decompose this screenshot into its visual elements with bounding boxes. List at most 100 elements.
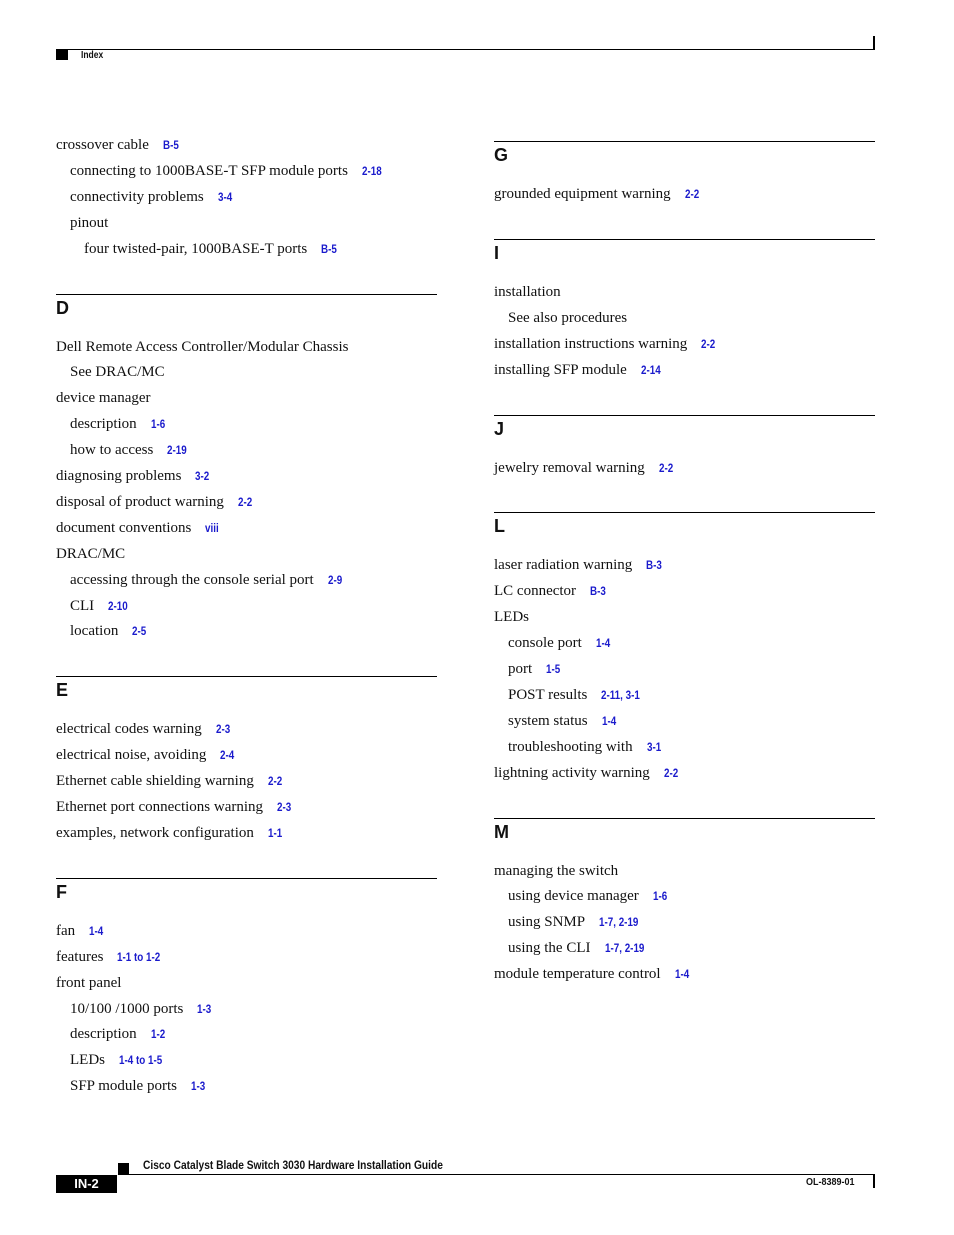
index-entry: system status 1-4 [494,712,619,730]
index-entry: description 1-6 [56,415,168,433]
index-term: location [70,623,119,640]
page-reference-link[interactable]: 1-4 to 1-5 [119,1051,162,1069]
index-term: electrical codes warning [56,721,202,738]
index-term: pinout [70,214,109,231]
index-entry: installing SFP module 2-14 [494,361,665,379]
page-reference-link[interactable]: 2-9 [328,571,342,589]
page-reference-link[interactable]: B-3 [646,556,662,574]
page-reference-link[interactable]: 2-2 [268,772,282,790]
page-reference-link[interactable]: 1-1 [268,824,282,842]
page-reference-link[interactable]: 2-2 [685,185,699,203]
page-reference-link[interactable]: B-5 [321,240,337,258]
footer-rule [118,1174,875,1175]
section-letter-j: J [494,418,505,439]
index-term: diagnosing problems [56,468,182,484]
index-term: fan [56,922,76,939]
page-reference-link[interactable]: 1-1 to 1-2 [117,948,160,966]
section-letter-g: G [494,145,509,165]
index-term: using SNMP [508,914,586,931]
page-reference-link[interactable]: 1-4 [675,965,689,983]
index-entry: DRAC/MC [56,545,125,563]
page-reference-link[interactable]: 1-3 [191,1077,205,1095]
index-entry: 10/100 /1000 ports 1-3 [56,1000,215,1018]
index-term: installing SFP module [494,361,627,378]
page-reference-link[interactable]: 1-4 [602,712,616,730]
index-entry: SFP module ports 1-3 [56,1077,208,1095]
page-reference-link[interactable]: 1-4 [596,634,610,652]
index-entry: port 1-5 [494,660,564,678]
index-term: disposal of product warning [56,493,224,510]
index-term: managing the switch [494,862,619,879]
section-letter-e: E [56,680,69,701]
index-entry: electrical noise, avoiding 2-4 [56,746,238,764]
index-entry: LEDs [494,608,529,626]
page-reference-link[interactable]: 1-6 [151,415,165,433]
index-term: using device manager [508,888,639,905]
index-entry: LEDs 1-4 to 1-5 [56,1051,172,1069]
page-reference-link[interactable]: 2-2 [664,764,678,782]
page-reference-link[interactable]: 1-3 [197,1000,211,1018]
index-entry: connecting to 1000BASE-T SFP module port… [56,162,386,180]
page-reference-link[interactable]: 1-5 [546,660,560,678]
header-corner-tick [873,36,875,50]
index-entry: document conventions viii [56,519,222,537]
index-entry: module temperature control 1-4 [494,965,692,983]
page-reference-link[interactable]: B-5 [163,136,179,154]
index-term: grounded equipment warning [494,186,671,202]
index-term: document conventions [56,519,192,536]
index-entry: grounded equipment warning 2-2 [494,185,702,203]
page-reference-link[interactable]: 3-4 [218,188,232,206]
index-entry: front panel [56,974,121,992]
page-reference-link[interactable]: viii [205,519,219,537]
index-term: lightning activity warning [494,764,650,781]
index-entry: troubleshooting with 3-1 [494,738,664,756]
page-reference-link[interactable]: 1-7, 2-19 [605,939,644,957]
index-term: system status [508,712,588,729]
index-term: Ethernet port connections warning [56,799,264,815]
index-entry: installation instructions warning 2-2 [494,335,719,353]
page-reference-link[interactable]: 1-2 [151,1025,165,1043]
page-reference-link[interactable]: 3-1 [647,738,661,756]
index-term: Ethernet cable shielding warning [56,773,254,790]
page-reference-link[interactable]: 2-10 [108,597,128,615]
index-term: See also procedures [508,309,628,326]
page-reference-link[interactable]: 2-3 [277,798,291,816]
section-letter-f: F [56,881,67,902]
index-entry: See also procedures [494,309,627,327]
index-entry: installation [494,283,561,301]
index-term: examples, network configuration [56,824,254,841]
section-rule [56,877,437,879]
index-term: how to access [70,442,154,459]
page-reference-link[interactable]: 2-19 [167,441,187,459]
page-reference-link[interactable]: 2-5 [132,622,146,640]
page-reference-link[interactable]: 2-11, 3-1 [601,686,640,704]
page-reference-link[interactable]: 2-2 [659,459,673,477]
index-term: installation [494,283,561,300]
index-entry: features 1-1 to 1-2 [56,948,170,966]
page-reference-link[interactable]: 2-4 [220,746,234,764]
page-reference-link[interactable]: 1-4 [89,922,103,940]
page-reference-link[interactable]: B-3 [590,582,606,600]
index-entry: See DRAC/MC [56,363,165,381]
index-entry: POST results 2-11, 3-1 [494,686,649,704]
index-entry: accessing through the console serial por… [56,571,345,589]
index-entry: jewelry removal warning 2-2 [494,459,676,477]
page-reference-link[interactable]: 2-18 [362,162,382,180]
index-term: front panel [56,974,122,991]
page-reference-link[interactable]: 1-7, 2-19 [599,913,638,931]
header-rule [56,49,875,50]
index-term: LEDs [70,1052,105,1069]
index-term: Dell Remote Access Controller/Modular Ch… [56,338,349,355]
page-reference-link[interactable]: 1-6 [653,887,667,905]
index-term: laser radiation warning [494,557,633,574]
page-reference-link[interactable]: 2-3 [216,720,230,738]
page-reference-link[interactable]: 3-2 [195,467,209,485]
page-reference-link[interactable]: 2-14 [641,361,661,379]
page-reference-link[interactable]: 2-2 [701,335,715,353]
index-entry: pinout [56,214,108,232]
section-rule [494,238,875,240]
index-entry: console port 1-4 [494,634,613,652]
section-rule [56,676,437,678]
footer-corner-tick [873,1175,875,1188]
page-reference-link[interactable]: 2-2 [238,493,252,511]
